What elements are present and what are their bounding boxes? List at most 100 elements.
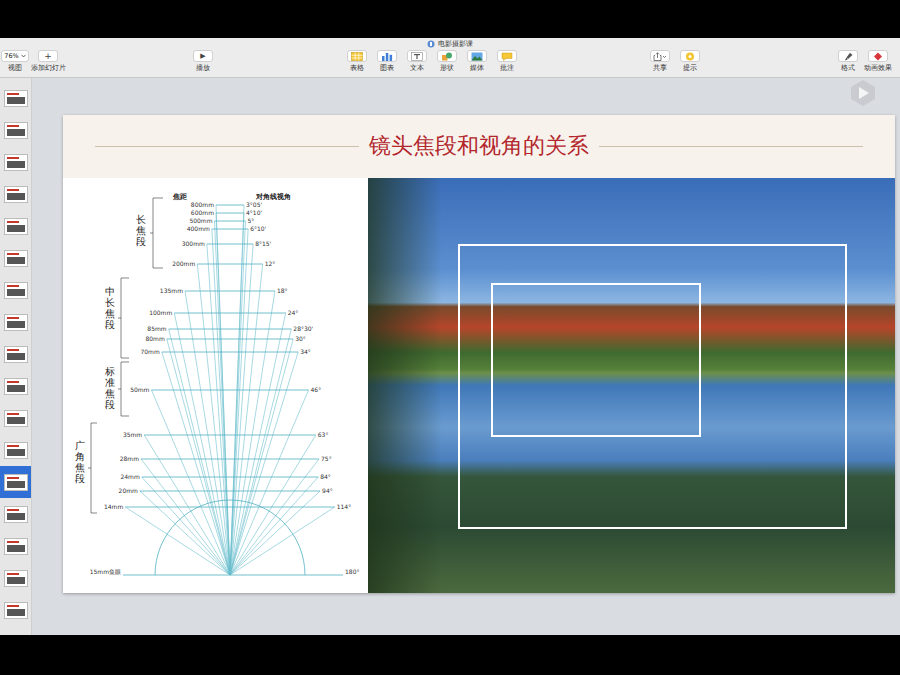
thumbnail-preview: [4, 186, 28, 203]
thumbnail-preview: [4, 90, 28, 107]
tool-button[interactable]: [377, 50, 397, 62]
plus-glyph: +: [44, 52, 52, 61]
slide-thumbnail[interactable]: [0, 146, 31, 178]
add-slide-tool[interactable]: + 添加幻灯片: [28, 50, 68, 72]
slide-thumbnail[interactable]: [0, 178, 31, 210]
slide-thumbnail[interactable]: [0, 562, 31, 594]
angle-label: 8°15': [255, 240, 271, 247]
tool-button[interactable]: [467, 50, 487, 62]
thumbnail-preview: [4, 506, 28, 523]
thumbnail-preview: [4, 314, 28, 331]
tool-button[interactable]: [407, 50, 427, 62]
slide-thumbnail[interactable]: [0, 242, 31, 274]
tool-button[interactable]: [437, 50, 457, 62]
toolbar-tool[interactable]: 共享: [645, 50, 675, 72]
toolbar-tool[interactable]: 批注: [492, 50, 522, 72]
thumbnail-preview: [4, 154, 28, 171]
slide-thumbnail[interactable]: [0, 370, 31, 402]
thumbnail-title-bar: [7, 349, 19, 351]
thumbnail-title-bar: [7, 445, 19, 447]
thumbnail-preview: [4, 410, 28, 427]
slide-canvas: 镜头焦段和视角的关系焦距对角线视角800mm3°05'600mm4°10'500…: [32, 78, 900, 635]
focal-label: 35mm: [123, 431, 142, 438]
slide-thumbnail[interactable]: [0, 434, 31, 466]
thumbnail-title-bar: [7, 221, 19, 223]
angle-label: 84°: [320, 473, 331, 480]
toolbar-tool[interactable]: 文本: [402, 50, 432, 72]
thumbnail-image: [7, 321, 25, 328]
toolbar-tool[interactable]: 动画效果: [863, 50, 893, 72]
toolbar-tool[interactable]: 格式: [833, 50, 863, 72]
thumbnail-preview: [4, 602, 28, 619]
slide-title[interactable]: 镜头焦段和视角的关系: [369, 132, 589, 161]
focal-label: 24mm: [120, 473, 139, 480]
slide-thumbnail[interactable]: [0, 114, 31, 146]
fan-line-left: [207, 244, 230, 575]
fan-line-right: [230, 459, 319, 575]
tool-label: 批注: [500, 65, 514, 72]
tool-label: 视图: [8, 65, 22, 72]
thumbnail-preview: [4, 474, 28, 491]
view-width-line: [167, 339, 293, 340]
zoom-button[interactable]: 76%: [1, 50, 28, 62]
toolbar-tool[interactable]: 表格: [342, 50, 372, 72]
thumbnail-image: [7, 449, 25, 456]
tool-button[interactable]: [868, 50, 888, 62]
play-tool[interactable]: ▶ 播放: [188, 50, 218, 72]
slide-thumbnail[interactable]: [0, 82, 31, 114]
angle-label: 114°: [337, 503, 351, 510]
view-width-line: [216, 213, 244, 214]
focal-header: 焦距: [172, 193, 187, 201]
slide-thumbnail[interactable]: [0, 530, 31, 562]
animation-diamond-icon: [872, 52, 884, 61]
slide-thumbnail[interactable]: [0, 274, 31, 306]
fan-line-right: [230, 244, 253, 575]
lens-row: 15mm鱼眼180°: [90, 500, 360, 575]
bottom-black-band: [0, 635, 900, 675]
slide-thumbnail[interactable]: [0, 402, 31, 434]
tool-button[interactable]: [650, 50, 670, 62]
fan-line-right: [230, 229, 248, 575]
document-icon: [427, 40, 435, 48]
toolbar-tool[interactable]: 提示: [675, 50, 705, 72]
tool-group: 格式动画效果: [833, 50, 893, 72]
tool-button[interactable]: [680, 50, 700, 62]
lens-row: 600mm4°10': [191, 209, 263, 575]
fan-line-left: [141, 459, 230, 575]
toolbar-tool[interactable]: 图表: [372, 50, 402, 72]
tool-label: 形状: [440, 65, 454, 72]
lens-row: 300mm8°15': [182, 240, 272, 575]
slide-thumbnail[interactable]: [0, 210, 31, 242]
slide-thumbnail[interactable]: [0, 498, 31, 530]
slide-thumbnail[interactable]: [0, 338, 31, 370]
view-width-line: [216, 205, 244, 206]
slide-thumbnail[interactable]: [0, 306, 31, 338]
slide-thumbnail[interactable]: [0, 466, 31, 498]
lens-row: 400mm6°10': [187, 225, 267, 575]
text-box-icon: [411, 52, 423, 61]
angle-label: 34°: [300, 348, 311, 355]
slide[interactable]: 镜头焦段和视角的关系焦距对角线视角800mm3°05'600mm4°10'500…: [63, 115, 895, 593]
focal-label: 135mm: [160, 287, 183, 294]
tool-button[interactable]: [497, 50, 517, 62]
add-slide-button[interactable]: +: [38, 50, 58, 62]
focal-label: 70mm: [140, 348, 159, 355]
group-bracket: [118, 278, 129, 358]
lens-row: 14mm114°: [104, 503, 351, 575]
focal-label: 80mm: [145, 335, 164, 342]
slide-thumbnail[interactable]: [0, 594, 31, 626]
slide-body: 焦距对角线视角800mm3°05'600mm4°10'500mm5°400mm6…: [63, 178, 895, 593]
tool-button[interactable]: [838, 50, 858, 62]
toolbar-tool[interactable]: 形状: [432, 50, 462, 72]
toolbar-tool[interactable]: 媒体: [462, 50, 492, 72]
tool-label: 添加幻灯片: [31, 65, 66, 72]
tool-button[interactable]: [347, 50, 367, 62]
fan-line-left: [162, 352, 230, 575]
zoom-tool[interactable]: 76% 视图: [2, 50, 28, 72]
view-width-line: [141, 459, 319, 460]
play-button[interactable]: ▶: [193, 50, 213, 62]
focal-group-label: 长焦段: [136, 214, 146, 247]
focal-label: 50mm: [130, 386, 149, 393]
angle-label: 4°10': [246, 209, 262, 216]
tool-label: 播放: [196, 65, 210, 72]
